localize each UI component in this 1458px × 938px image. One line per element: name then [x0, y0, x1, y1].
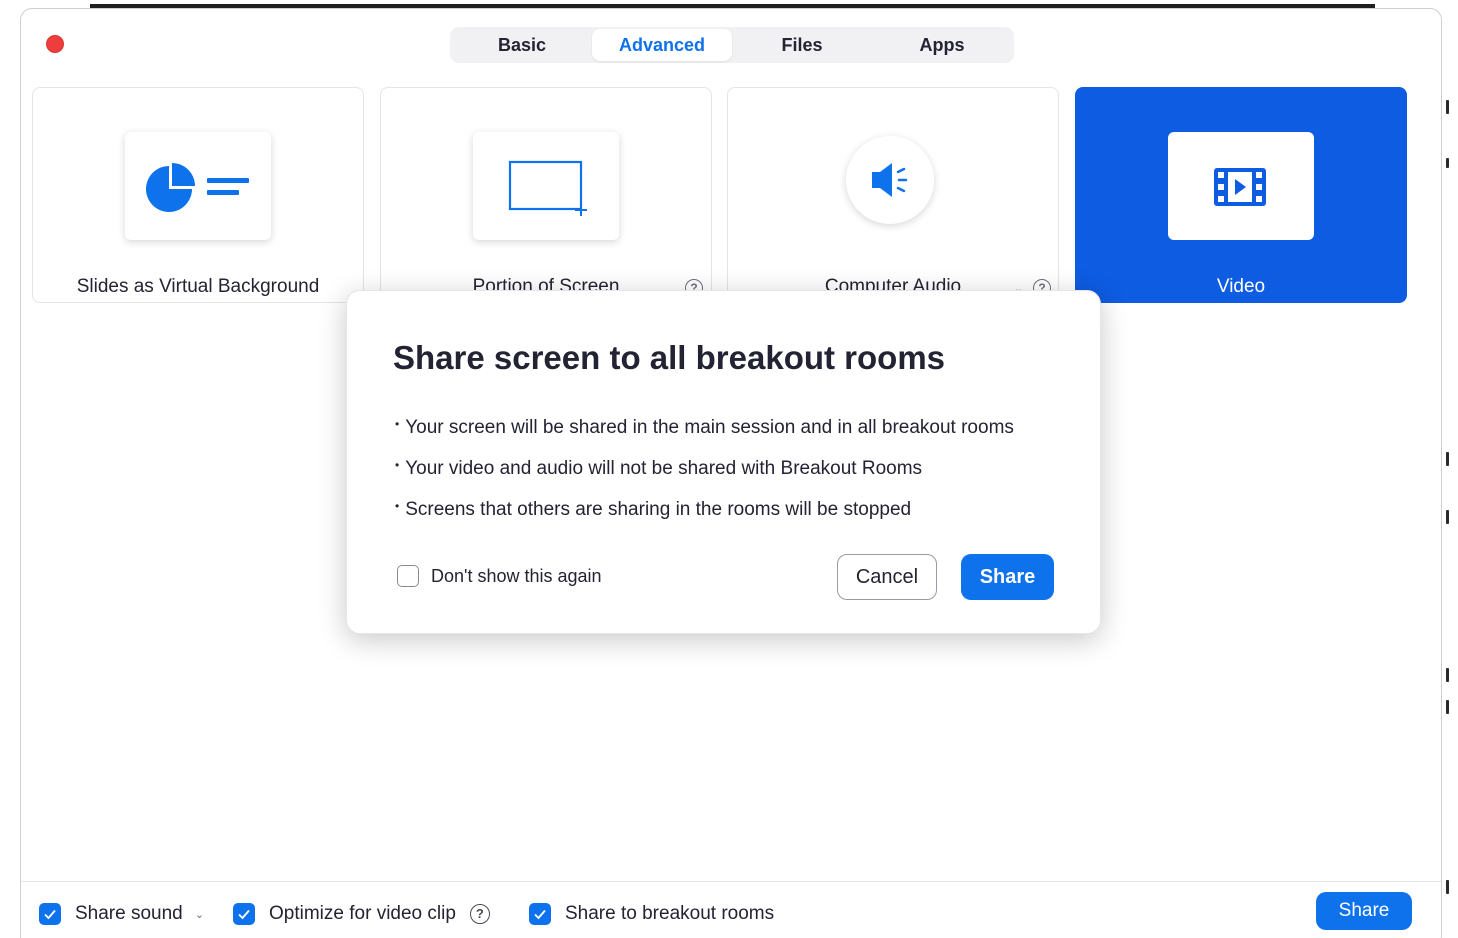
checkbox-unchecked-icon[interactable]	[397, 565, 419, 587]
tab-files[interactable]: Files	[732, 29, 872, 61]
chevron-down-icon[interactable]: ⌄	[195, 908, 204, 921]
checkbox-checked-icon[interactable]	[233, 903, 255, 925]
share-button[interactable]: Share	[1316, 892, 1412, 930]
dialog-bullet-list: • Your screen will be shared in the main …	[395, 417, 1014, 540]
share-sound-label: Share sound	[75, 903, 183, 924]
dont-show-again-label: Don't show this again	[431, 565, 602, 586]
optimize-video-label: Optimize for video clip	[269, 903, 456, 924]
card-thumbnail	[125, 132, 271, 240]
card-thumbnail	[473, 132, 619, 240]
cancel-button[interactable]: Cancel	[837, 554, 937, 600]
page: Basic Advanced Files Apps Slides as Virt…	[0, 0, 1458, 938]
tab-advanced[interactable]: Advanced	[592, 29, 732, 61]
card-computer-audio[interactable]: Computer Audio ⌄ ?	[727, 87, 1059, 303]
list-item: • Screens that others are sharing in the …	[395, 499, 912, 520]
close-window-button[interactable]	[46, 35, 64, 53]
screen-portion-icon	[508, 160, 587, 216]
speaker-icon	[872, 163, 908, 197]
tab-apps[interactable]: Apps	[872, 29, 1012, 61]
card-thumbnail	[846, 136, 934, 224]
share-sound-option[interactable]: Share sound ⌄	[39, 903, 204, 925]
card-portion-of-screen[interactable]: Portion of Screen ?	[380, 87, 712, 303]
breakout-share-dialog: Share screen to all breakout rooms • Your…	[346, 290, 1101, 634]
card-video[interactable]: Video	[1075, 87, 1407, 303]
card-label: Video	[1216, 276, 1266, 297]
film-icon	[1214, 168, 1266, 206]
card-label: Slides as Virtual Background	[76, 276, 320, 297]
optimize-video-option[interactable]: Optimize for video clip ?	[233, 903, 490, 925]
list-item: • Your screen will be shared in the main …	[395, 417, 1014, 438]
list-item: • Your video and audio will not be shared…	[395, 458, 923, 479]
dialog-title: Share screen to all breakout rooms	[393, 339, 946, 376]
checkbox-checked-icon[interactable]	[529, 903, 551, 925]
share-breakout-option[interactable]: Share to breakout rooms	[529, 903, 774, 925]
pie-chart-slides-icon	[146, 163, 249, 212]
share-breakout-label: Share to breakout rooms	[565, 903, 775, 924]
checkbox-checked-icon[interactable]	[39, 903, 61, 925]
card-thumbnail	[1168, 132, 1314, 240]
tab-bar: Basic Advanced Files Apps	[450, 27, 1014, 63]
card-slides-virtual-background[interactable]: Slides as Virtual Background	[32, 87, 364, 303]
tab-basic[interactable]: Basic	[452, 29, 592, 61]
dont-show-again-checkbox[interactable]: Don't show this again	[397, 565, 602, 587]
bottom-options-bar: Share sound ⌄ Optimize for video clip ? …	[21, 881, 1441, 938]
help-icon[interactable]: ?	[469, 904, 490, 924]
background-window-edge	[1444, 0, 1450, 938]
dialog-share-button[interactable]: Share	[961, 554, 1054, 600]
